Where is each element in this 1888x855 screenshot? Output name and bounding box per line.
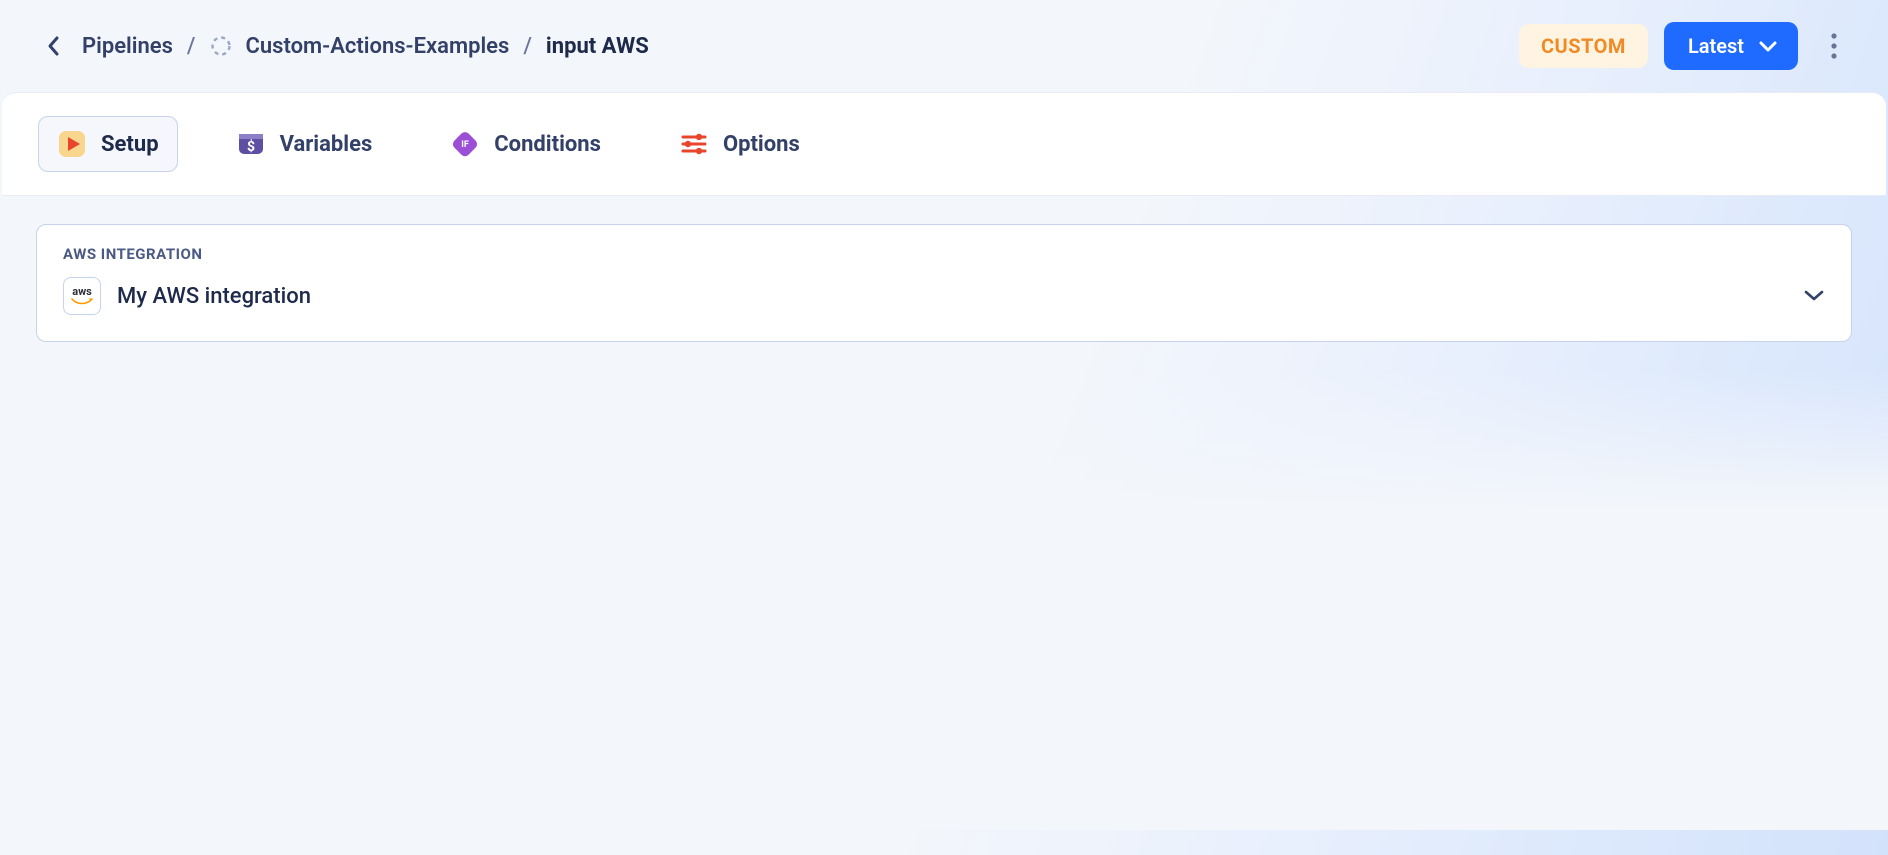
tab-label: Variables (280, 132, 373, 157)
play-icon (57, 129, 87, 159)
project-placeholder-icon (210, 35, 232, 57)
tab-conditions[interactable]: IF Conditions (430, 115, 621, 173)
breadcrumb-project[interactable]: Custom-Actions-Examples (246, 34, 510, 59)
aws-smile-icon (71, 298, 93, 306)
tab-variables[interactable]: $ Variables (216, 115, 393, 173)
top-actions: CUSTOM Latest (1519, 22, 1854, 70)
sliders-icon (679, 129, 709, 159)
dollar-variable-icon: $ (236, 129, 266, 159)
svg-text:IF: IF (461, 140, 469, 150)
breadcrumb-separator: / (187, 34, 196, 59)
aws-integration-section-label: AWS INTEGRATION (63, 245, 1825, 263)
tab-label: Options (723, 132, 800, 157)
tabs-container: Setup $ Variables IF Conditions (2, 92, 1886, 196)
aws-integration-card: AWS INTEGRATION aws My AWS integration (36, 224, 1852, 342)
tabs: Setup $ Variables IF Conditions (2, 93, 1886, 195)
top-bar: Pipelines / Custom-Actions-Examples / in… (0, 0, 1888, 92)
aws-integration-select[interactable]: aws My AWS integration (63, 277, 1825, 315)
tab-label: Setup (101, 132, 159, 157)
chevron-down-icon (1803, 287, 1825, 306)
kebab-icon (1831, 33, 1837, 59)
custom-badge: CUSTOM (1519, 24, 1648, 68)
version-dropdown-label: Latest (1688, 34, 1744, 58)
breadcrumb-root[interactable]: Pipelines (82, 34, 173, 59)
aws-integration-selected-value: My AWS integration (117, 284, 311, 309)
empty-area (0, 370, 1888, 830)
more-menu-button[interactable] (1814, 26, 1854, 66)
breadcrumb: Pipelines / Custom-Actions-Examples / in… (40, 32, 649, 60)
content-area: AWS INTEGRATION aws My AWS integration (0, 196, 1888, 370)
chevron-left-icon (47, 35, 61, 57)
back-button[interactable] (40, 32, 68, 60)
tab-label: Conditions (494, 132, 601, 157)
aws-logo-text: aws (72, 286, 92, 297)
chevron-down-icon (1758, 39, 1778, 53)
breadcrumb-current: input AWS (546, 34, 649, 59)
tab-options[interactable]: Options (659, 115, 820, 173)
aws-logo-icon: aws (63, 277, 101, 315)
version-dropdown-button[interactable]: Latest (1664, 22, 1798, 70)
aws-integration-select-left: aws My AWS integration (63, 277, 311, 315)
if-condition-icon: IF (450, 129, 480, 159)
breadcrumb-separator: / (523, 34, 532, 59)
svg-text:$: $ (247, 138, 255, 155)
tab-setup[interactable]: Setup (38, 116, 178, 172)
